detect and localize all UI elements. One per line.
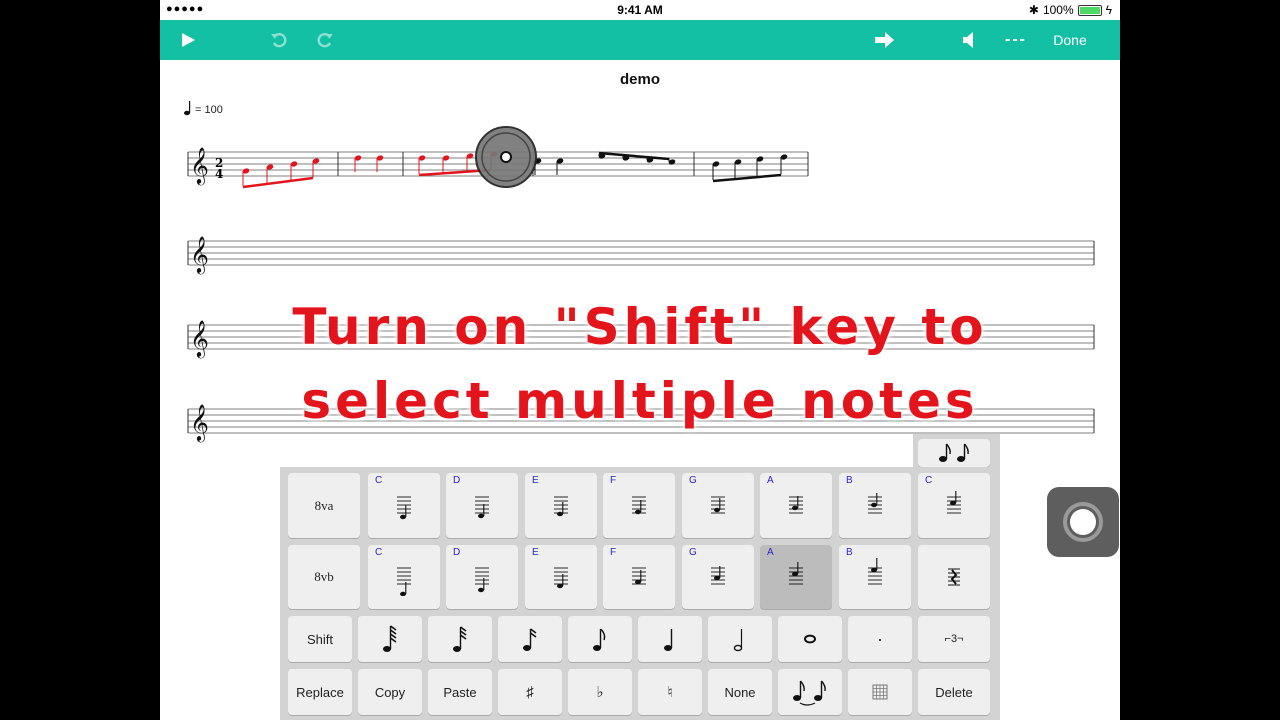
note-label: A [767, 475, 774, 486]
tie-key[interactable] [778, 669, 842, 715]
note-label: F [610, 475, 617, 486]
beam [242, 176, 314, 189]
note-key-lower-e[interactable]: E [525, 545, 597, 609]
done-button[interactable]: Done [1046, 20, 1094, 60]
charging-icon: ϟ [1105, 3, 1112, 17]
delete-key[interactable]: Delete [918, 669, 990, 715]
redo-icon[interactable] [310, 20, 340, 60]
thirtysecond-note-key[interactable] [428, 616, 492, 662]
sixtyfourth-note-key[interactable] [358, 616, 422, 662]
note-key-lower-d[interactable]: D [446, 545, 518, 609]
beamed-eighths-key[interactable] [918, 439, 990, 467]
note-label: C [925, 475, 933, 486]
replace-key[interactable]: Replace [288, 669, 352, 715]
status-time: 9:41 AM [617, 3, 663, 17]
note-key-upper-b[interactable]: B [839, 473, 911, 538]
note-label: A [767, 547, 774, 558]
note-keyboard: 8va 8vb Shift · ⌐3¬ Replace Copy Paste ♯… [280, 467, 1000, 720]
quarter-note-key[interactable] [638, 616, 702, 662]
status-right: ✱ 100% ϟ [1029, 3, 1112, 17]
note-label: C [375, 547, 383, 558]
paste-key[interactable]: Paste [428, 669, 492, 715]
rest-key[interactable] [918, 545, 990, 609]
note-label: D [453, 475, 461, 486]
note-label: G [689, 475, 697, 486]
assistive-touch-icon [1063, 502, 1103, 542]
undo-icon[interactable] [264, 20, 294, 60]
note-key-lower-c[interactable]: C [368, 545, 440, 609]
note-label: D [453, 547, 461, 558]
natural-key[interactable]: ♮ [638, 669, 702, 715]
note-label: F [610, 547, 617, 558]
app-screen: ●●●●● 9:41 AM ✱ 100% ϟ --- Done demo = 1… [160, 0, 1120, 720]
copy-key[interactable]: Copy [358, 669, 422, 715]
note-key-lower-b[interactable]: B [839, 545, 911, 609]
assistive-touch-button[interactable] [1047, 487, 1119, 557]
note-key-lower-g[interactable]: G [682, 545, 754, 609]
bluetooth-icon: ✱ [1028, 3, 1039, 17]
octave-up-key[interactable]: 8va [288, 473, 360, 538]
note-label: C [375, 475, 383, 486]
toolbar: --- Done [160, 20, 1120, 60]
note-key-lower-a[interactable]: A [760, 545, 832, 609]
note-key-upper-d[interactable]: D [446, 473, 518, 538]
battery-percent: 100% [1042, 3, 1074, 17]
note-key-upper-c[interactable]: C [368, 473, 440, 538]
note-key-upper-e[interactable]: E [525, 473, 597, 538]
status-bar: ●●●●● 9:41 AM ✱ 100% ϟ [160, 0, 1120, 20]
note-label: E [532, 547, 539, 558]
half-note-key[interactable] [708, 616, 772, 662]
note-key-upper-g[interactable]: G [682, 473, 754, 538]
hint-line-1: Turn on "Shift" key to [292, 298, 988, 356]
note-key-upper-f[interactable]: F [603, 473, 675, 538]
shift-key[interactable]: Shift [288, 616, 352, 662]
note-key-lower-f[interactable]: F [603, 545, 675, 609]
whole-note-key[interactable] [778, 616, 842, 662]
treble-clef-icon: 𝄞 [190, 235, 209, 274]
grid-icon[interactable] [848, 669, 912, 715]
treble-clef-icon: 𝄞 [190, 146, 209, 185]
time-sig-bottom: 4 [215, 167, 223, 181]
dot-key[interactable]: · [848, 616, 912, 662]
flat-key[interactable]: ♭ [568, 669, 632, 715]
sharp-key[interactable]: ♯ [498, 669, 562, 715]
note-key-upper-c-high[interactable]: C [918, 473, 990, 538]
sixteenth-note-key[interactable] [498, 616, 562, 662]
note-label: B [846, 547, 853, 558]
none-key[interactable]: None [708, 669, 772, 715]
time-signature: 2 4 [215, 156, 223, 181]
play-icon[interactable] [174, 20, 202, 60]
note-label: E [532, 475, 539, 486]
octave-down-key[interactable]: 8vb [288, 545, 360, 609]
note-key-upper-a[interactable]: A [760, 473, 832, 538]
battery-icon [1077, 4, 1102, 16]
forward-arrow-icon[interactable] [872, 20, 898, 60]
staff-2[interactable]: 𝄞 [187, 235, 1095, 274]
triplet-key[interactable]: ⌐3¬ [918, 616, 990, 662]
speaker-icon[interactable] [958, 20, 980, 60]
hint-overlay: Turn on "Shift" key to select multiple n… [160, 290, 1120, 438]
dash-button[interactable]: --- [996, 20, 1036, 60]
eighth-note-key[interactable] [568, 616, 632, 662]
note-label: B [846, 475, 853, 486]
hint-line-2: select multiple notes [301, 372, 979, 430]
touch-cursor[interactable] [475, 126, 537, 188]
note-label: G [689, 547, 697, 558]
